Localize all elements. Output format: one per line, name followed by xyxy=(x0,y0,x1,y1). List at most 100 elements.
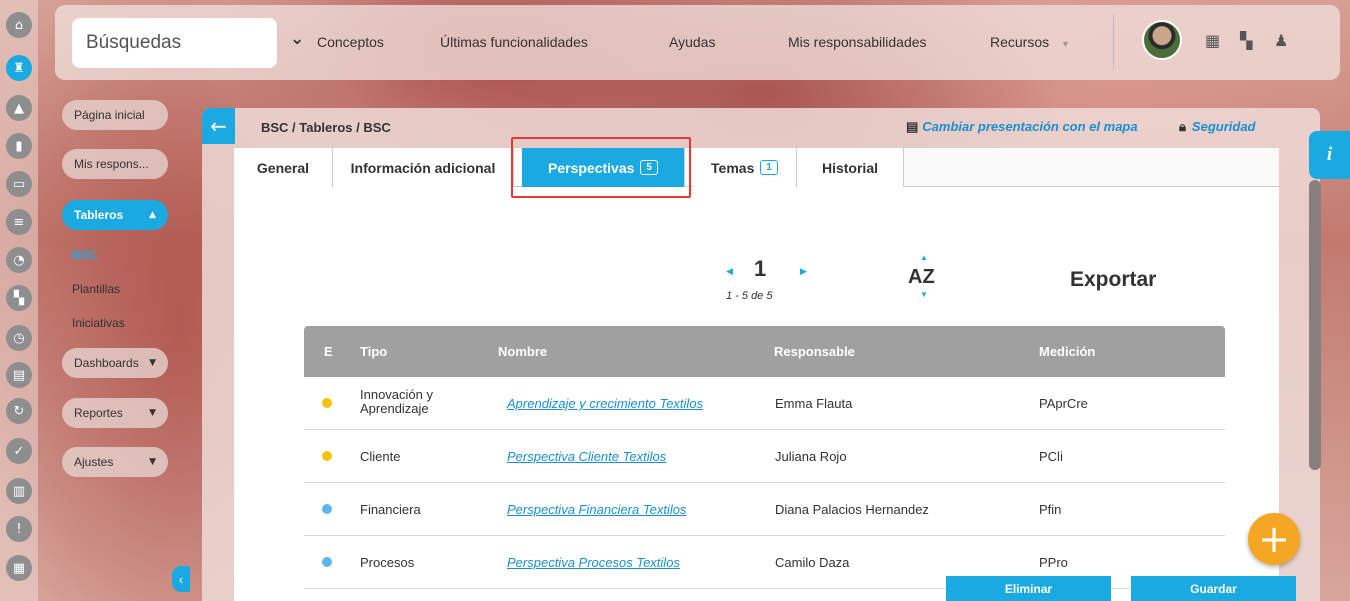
status-dot xyxy=(322,451,332,461)
briefcase-icon[interactable]: ▥ xyxy=(6,478,32,504)
table-row: Cliente Perspectiva Cliente Textilos Jul… xyxy=(304,430,1225,483)
sidebar-item-mis-respons[interactable]: Mis respons... xyxy=(62,149,168,179)
bell-icon[interactable]: ♟ xyxy=(1274,31,1288,50)
sidebar-subitem-iniciativas[interactable]: Iniciativas xyxy=(72,316,125,330)
tab-label: Temas xyxy=(711,159,755,176)
cell-responsable: Emma Flauta xyxy=(775,396,853,411)
tab-label: General xyxy=(256,159,310,176)
column-header-tipo[interactable]: Tipo xyxy=(360,344,387,359)
breadcrumb: BSC / Tableros / BSC xyxy=(261,120,391,135)
cell-medicion: PCli xyxy=(1039,449,1063,464)
sidebar-item-label: Tableros xyxy=(74,208,124,222)
sidebar-subitem-bsc[interactable]: BSC xyxy=(72,248,97,262)
status-dot xyxy=(322,504,332,514)
export-button[interactable]: Exportar xyxy=(1070,268,1156,292)
next-page-icon[interactable]: ▶ xyxy=(800,266,807,277)
sort-down-icon[interactable]: ▼ xyxy=(920,290,928,299)
warning-icon[interactable]: ! xyxy=(6,516,32,542)
search-dropdown[interactable]: Búsquedas xyxy=(72,18,277,68)
sidebar-item-dashboards[interactable]: Dashboards ▼ xyxy=(62,348,168,378)
caret-up-icon: ▲ xyxy=(149,210,156,220)
status-dot xyxy=(322,557,332,567)
tab-label: Historial xyxy=(821,159,878,176)
nav-recursos[interactable]: Recursos ▼ xyxy=(990,34,1070,50)
avatar[interactable] xyxy=(1142,20,1182,60)
presentation-icon[interactable]: ▭ xyxy=(6,171,32,197)
sidebar-item-reportes[interactable]: Reportes ▼ xyxy=(62,398,168,428)
cell-nombre-link[interactable]: Perspectiva Financiera Textilos xyxy=(507,502,686,517)
search-label: Búsquedas xyxy=(86,32,182,53)
sort-button[interactable]: AZ xyxy=(908,266,935,289)
tab-temas[interactable]: Temas 1 xyxy=(693,148,797,187)
plus-icon: + xyxy=(1258,517,1290,561)
calendar-icon[interactable]: ▦ xyxy=(1205,31,1220,50)
security-link[interactable]: 🔒︎ Seguridad xyxy=(1179,119,1256,135)
nav-mis-responsabilidades[interactable]: Mis responsabilidades xyxy=(788,34,927,50)
cell-responsable: Juliana Rojo xyxy=(775,449,847,464)
caret-down-icon: ▼ xyxy=(149,358,156,368)
map-icon[interactable]: ▚ xyxy=(6,285,32,311)
info-icon: i xyxy=(1326,144,1333,165)
sort-up-icon[interactable]: ▲ xyxy=(920,253,928,262)
cell-responsable: Camilo Daza xyxy=(775,555,850,570)
top-bar: Búsquedas ⌄ Conceptos Últimas funcionali… xyxy=(55,5,1340,80)
tab-label: Información adicional xyxy=(350,159,496,176)
cell-medicion: PPro xyxy=(1039,555,1068,570)
back-button[interactable]: ← xyxy=(202,108,235,144)
table-header: E Tipo Nombre Responsable Medición xyxy=(304,326,1225,377)
map-link-label: Cambiar presentación con el mapa xyxy=(922,119,1138,134)
bar-chart-icon[interactable]: ▮ xyxy=(6,133,32,159)
caret-down-icon: ▼ xyxy=(149,408,156,418)
home-icon[interactable]: ⌂ xyxy=(6,12,32,38)
align-icon[interactable]: ≡ xyxy=(6,209,32,235)
sidebar-item-pagina-inicial[interactable]: Página inicial xyxy=(62,100,168,130)
info-button[interactable]: i xyxy=(1309,131,1350,179)
save-button[interactable]: Guardar xyxy=(1131,576,1296,601)
chess-rook-icon[interactable]: ♜ xyxy=(6,55,32,81)
column-header-responsable[interactable]: Responsable xyxy=(774,344,855,359)
delete-button[interactable]: Eliminar xyxy=(946,576,1111,601)
tab-informacion-adicional[interactable]: Información adicional xyxy=(333,148,514,187)
sidebar-item-label: Ajustes xyxy=(74,455,114,469)
column-header-medicion[interactable]: Medición xyxy=(1039,344,1095,359)
cell-medicion: Pfin xyxy=(1039,502,1062,517)
pie-chart-icon[interactable]: ◔ xyxy=(6,247,32,273)
add-button[interactable]: + xyxy=(1248,513,1300,565)
table-row: Innovación y Aprendizaje Aprendizaje y c… xyxy=(304,377,1225,430)
sidebar-item-ajustes[interactable]: Ajustes ▼ xyxy=(62,447,168,477)
sidebar-item-tableros[interactable]: Tableros ▲ xyxy=(62,200,168,230)
icon-rail: ⌂ ♜ ▲ ▮ ▭ ≡ ◔ ▚ ◷ ▤ ↻ ✓ ▥ ! ▦ xyxy=(0,0,38,601)
cell-nombre-link[interactable]: Perspectiva Cliente Textilos xyxy=(507,449,666,464)
nav-ultimas-funcionalidades[interactable]: Últimas funcionalidades xyxy=(440,34,588,50)
main-card: ← BSC / Tableros / BSC ▤ Cambiar presenta… xyxy=(202,108,1320,601)
sidebar-item-label: Página inicial xyxy=(74,108,145,122)
document-icon[interactable]: ▤ xyxy=(6,362,32,388)
scrollbar[interactable] xyxy=(1309,180,1321,470)
caret-down-icon: ▼ xyxy=(149,457,156,467)
cell-tipo: Cliente xyxy=(360,449,401,464)
cell-nombre-link[interactable]: Perspectiva Procesos Textilos xyxy=(507,555,680,570)
sidebar-subitem-plantillas[interactable]: Plantillas xyxy=(72,282,120,296)
nav-conceptos[interactable]: Conceptos xyxy=(317,34,384,50)
map-presentation-link[interactable]: ▤ Cambiar presentación con el mapa xyxy=(906,119,1138,135)
check-circle-icon[interactable]: ✓ xyxy=(6,438,32,464)
nav-ayudas[interactable]: Ayudas xyxy=(669,34,715,50)
status-dot xyxy=(322,398,332,408)
calendar-icon[interactable]: ▦ xyxy=(6,555,32,581)
up-arrow-icon[interactable]: ▲ xyxy=(6,95,32,121)
sidebar-item-label: Dashboards xyxy=(74,356,139,370)
map-icon[interactable]: ▚ xyxy=(1240,31,1252,50)
caret-down-icon: ▼ xyxy=(1061,39,1070,49)
column-header-nombre[interactable]: Nombre xyxy=(498,344,547,359)
highlight-box xyxy=(511,137,691,198)
cell-responsable: Diana Palacios Hernandez xyxy=(775,502,929,517)
prev-page-icon[interactable]: ◀ xyxy=(726,266,733,277)
cell-nombre-link[interactable]: Aprendizaje y crecimiento Textilos xyxy=(507,396,703,411)
tab-general[interactable]: General xyxy=(234,148,333,187)
refresh-icon[interactable]: ↻ xyxy=(6,398,32,424)
collapse-sidebar-button[interactable]: ‹ xyxy=(172,566,190,592)
clock-icon[interactable]: ◷ xyxy=(6,325,32,351)
column-header-e[interactable]: E xyxy=(324,344,333,359)
tab-historial[interactable]: Historial xyxy=(797,148,904,187)
chevron-down-icon[interactable]: ⌄ xyxy=(290,29,304,49)
